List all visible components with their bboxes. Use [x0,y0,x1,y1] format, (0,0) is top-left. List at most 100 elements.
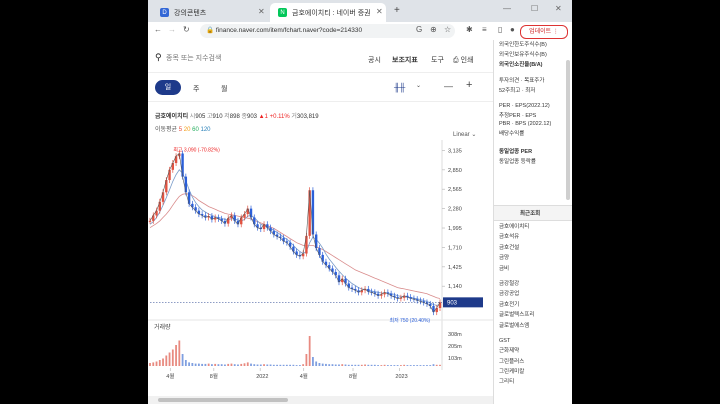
volume-bar [211,364,213,366]
high-annotation: 최고 3,090 (-70.82%) [173,146,220,153]
volume-bar [285,364,288,366]
tab-title: 금호에이치티 : 네이버 증권 [292,9,371,17]
notice-menu[interactable]: 공시 [368,55,381,65]
recent-item[interactable]: 그리티 [499,377,569,387]
volume-bar [272,364,275,366]
update-button[interactable]: 업데이트 ⋮ [520,25,568,39]
period-day-button[interactable]: 일 [155,80,181,95]
price-candle-body [184,176,188,193]
period-month-button[interactable]: 월 [221,84,227,94]
print-menu[interactable]: ⎙ 인쇄 [453,55,473,65]
recent-item[interactable]: GST [499,336,569,346]
recent-item[interactable]: 금강철강 [499,279,569,289]
volume-bar [354,364,357,366]
volume-tick-label: 308m [448,332,462,338]
recent-item[interactable]: 근화제약 [499,346,569,356]
y-tick-label: 1,140 [448,284,462,290]
recent-item[interactable]: 금호전기 [499,300,569,310]
volume-bar [305,354,308,366]
volume-bar [435,364,438,366]
search-input[interactable] [166,52,306,64]
volume-bar [341,364,344,366]
recent-item[interactable]: 금호에이치티 [499,222,569,232]
volume-bar [279,364,282,366]
price-candle-body [165,180,168,193]
reload-icon[interactable]: ↻ [183,25,190,34]
star-icon[interactable]: ☆ [444,25,451,34]
recent-item[interactable]: 그린플러스 [499,357,569,367]
recent-item[interactable]: 글로벌텍스프리 [499,310,569,320]
sidepanel-icon[interactable]: ▯ [498,25,502,34]
close-icon[interactable]: ✕ [258,7,265,16]
scrollbar[interactable] [566,60,570,200]
ma-line [149,169,441,306]
volume-bar [149,363,151,366]
volume-bar [214,363,217,366]
tab-favicon: D [160,8,169,17]
volume-bar [220,364,223,366]
opinion-label: 투자의견 [499,78,520,84]
scrollbar-thumb[interactable] [158,398,288,402]
minimize-icon[interactable]: — [503,4,511,13]
sidebar-item: 추정PER · EPS [499,113,537,119]
volume-bar [276,364,278,366]
price-candle-body [240,217,243,225]
chevron-down-icon[interactable]: ⌄ [416,82,421,89]
volume-tick-label: 103m [448,356,462,362]
recent-item[interactable]: 금강공업 [499,289,569,299]
recent-item[interactable]: 그린케미칼 [499,367,569,377]
recent-list: 금호에이치티 금호석유 금호건설 금양 금비금강철강 금강공업 금호전기 글로벌텍스프리 글로벌… [499,222,569,388]
close-icon[interactable]: ✕ [376,7,383,16]
tool-menu[interactable]: 도구 [431,55,444,65]
tab-lecture[interactable]: D 강의콘텐츠 ✕ [152,3,268,22]
sidebar-item: 투자의견 · 목표주가 [499,78,545,84]
zoom-out-button[interactable]: — [444,81,453,91]
recent-item[interactable]: 금비 [499,264,569,274]
forward-icon[interactable]: → [168,25,176,34]
volume-bar [409,365,412,366]
sidebar-item: 배당수익률 [499,131,525,137]
volume-bar [393,365,396,366]
recent-item[interactable]: 금호건설 [499,243,569,253]
search-icon[interactable]: ⚲ [155,52,162,63]
volume-bar [321,363,324,366]
reading-list-icon[interactable]: ≡ [482,25,487,34]
price-chart[interactable]: 3,135 2,850 2,565 2,280 1,995 1,710 1,425 1,140… [148,140,493,380]
zoom-icon[interactable]: ⊕ [430,25,437,34]
period-week-button[interactable]: 주 [193,84,199,94]
y-tick-label: 2,280 [448,207,462,213]
new-tab-button[interactable]: + [394,5,400,16]
recent-item[interactable]: 금호석유 [499,232,569,242]
recent-item[interactable]: 글로벌에스엠 [499,321,569,331]
ma-20: 20 [183,127,191,133]
volume-bar [406,365,409,366]
zoom-in-button[interactable]: + [466,79,472,91]
back-icon[interactable]: ← [154,25,162,34]
maximize-icon[interactable]: ☐ [531,4,538,13]
indicator-menu[interactable]: 보조지표 [392,55,418,65]
volume-bar [289,364,292,366]
volume-bar [308,336,311,366]
volume-bar [197,363,200,366]
volume-bar [399,365,402,366]
quote-line: 금호에이치티 시905 고910 저898 종903 ▲1 +0.11% 거30… [155,111,319,120]
volume-bar [233,364,236,366]
volume-bar [344,364,347,366]
extensions-icon[interactable]: ✱ [466,25,473,34]
volume-bar [377,365,379,366]
tab-naver-stock[interactable]: N 금호에이치티 : 네이버 증권 ✕ [270,3,386,22]
price-candle-body [161,192,165,202]
volume-bar [240,363,243,366]
price-candle-body [314,234,318,249]
google-icon[interactable]: G [416,25,422,34]
volume-bar [266,364,269,366]
volume-bar [227,363,230,366]
scale-mode-select[interactable]: Linear ⌄ [453,131,476,138]
window-close-icon[interactable]: ✕ [555,4,562,13]
volume-bar [191,363,194,366]
sidebar-item: 동일업종 PER [499,149,533,155]
recent-item[interactable]: 금양 [499,253,569,263]
profile-avatar[interactable]: ● [510,25,515,34]
x-tick-label: 8월 [210,372,218,380]
candle-type-icon[interactable]: ╫╫ [394,83,405,92]
